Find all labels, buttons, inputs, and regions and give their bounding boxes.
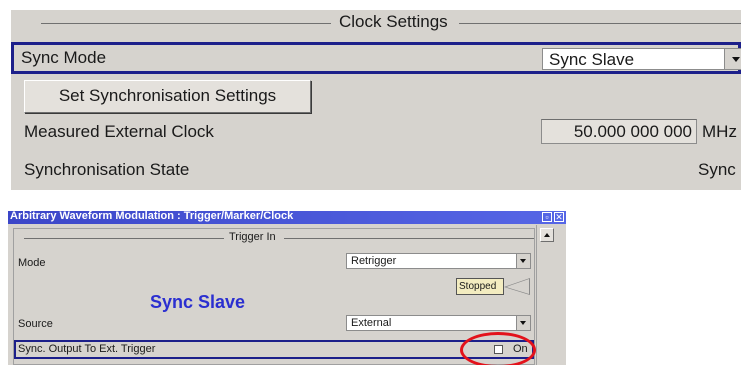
sync-state-label: Synchronisation State xyxy=(24,160,190,179)
status-badge: Stopped xyxy=(456,278,504,295)
sync-mode-dropdown[interactable]: Sync Slave xyxy=(542,48,741,70)
sync-output-row[interactable]: Sync. Output To Ext. Trigger On xyxy=(14,340,534,359)
chevron-down-icon xyxy=(520,259,526,263)
clock-settings-title: Clock Settings xyxy=(339,12,448,31)
dropdown-arrow-button[interactable] xyxy=(724,49,741,69)
clock-settings-panel: Clock Settings Sync Mode Sync Slave Set … xyxy=(11,10,741,190)
dropdown-arrow-button[interactable] xyxy=(516,316,530,330)
sync-mode-row[interactable]: Sync Mode Sync Slave xyxy=(11,42,741,74)
mode-dropdown[interactable]: Retrigger xyxy=(346,253,531,269)
sync-state-value: Sync xyxy=(698,160,736,179)
source-label: Source xyxy=(18,318,53,330)
mode-label: Mode xyxy=(18,257,46,269)
sync-mode-label: Sync Mode xyxy=(21,48,107,67)
trigger-in-title: Trigger In xyxy=(229,231,276,243)
source-dropdown[interactable]: External xyxy=(346,315,531,331)
chevron-up-icon xyxy=(544,233,550,237)
group-border-left xyxy=(41,23,331,24)
measured-clock-unit: MHz xyxy=(702,122,737,141)
measured-clock-label: Measured External Clock xyxy=(24,122,214,141)
annotation-circle xyxy=(460,332,536,365)
chevron-down-icon xyxy=(732,57,740,62)
vertical-scrollbar[interactable] xyxy=(536,225,556,365)
sync-mode-value: Sync Slave xyxy=(549,50,635,69)
restore-icon[interactable]: ▫ xyxy=(542,212,552,222)
trigger-in-group: Trigger In Mode Retrigger Sync Slave Sto… xyxy=(13,228,536,365)
close-icon[interactable]: ✕ xyxy=(554,212,564,222)
set-synchronisation-settings-button[interactable]: Set Synchronisation Settings xyxy=(24,80,311,113)
group-border-left xyxy=(24,238,224,239)
mode-value: Retrigger xyxy=(351,255,397,267)
arb-waveform-window: Arbitrary Waveform Modulation : Trigger/… xyxy=(8,211,566,365)
sync-output-label: Sync. Output To Ext. Trigger xyxy=(18,343,156,355)
source-value: External xyxy=(351,317,392,329)
scroll-up-button[interactable] xyxy=(540,228,554,242)
sync-slave-indicator: Sync Slave xyxy=(150,292,246,312)
status-pointer-fill xyxy=(506,279,529,294)
window-title-bar[interactable]: Arbitrary Waveform Modulation : Trigger/… xyxy=(8,211,566,224)
measured-clock-value: 50.000 000 000 xyxy=(541,119,697,144)
group-border-right xyxy=(459,23,741,24)
chevron-down-icon xyxy=(520,321,526,325)
dropdown-arrow-button[interactable] xyxy=(516,254,530,268)
window-title: Arbitrary Waveform Modulation : Trigger/… xyxy=(10,211,294,222)
group-border-right xyxy=(284,238,534,239)
